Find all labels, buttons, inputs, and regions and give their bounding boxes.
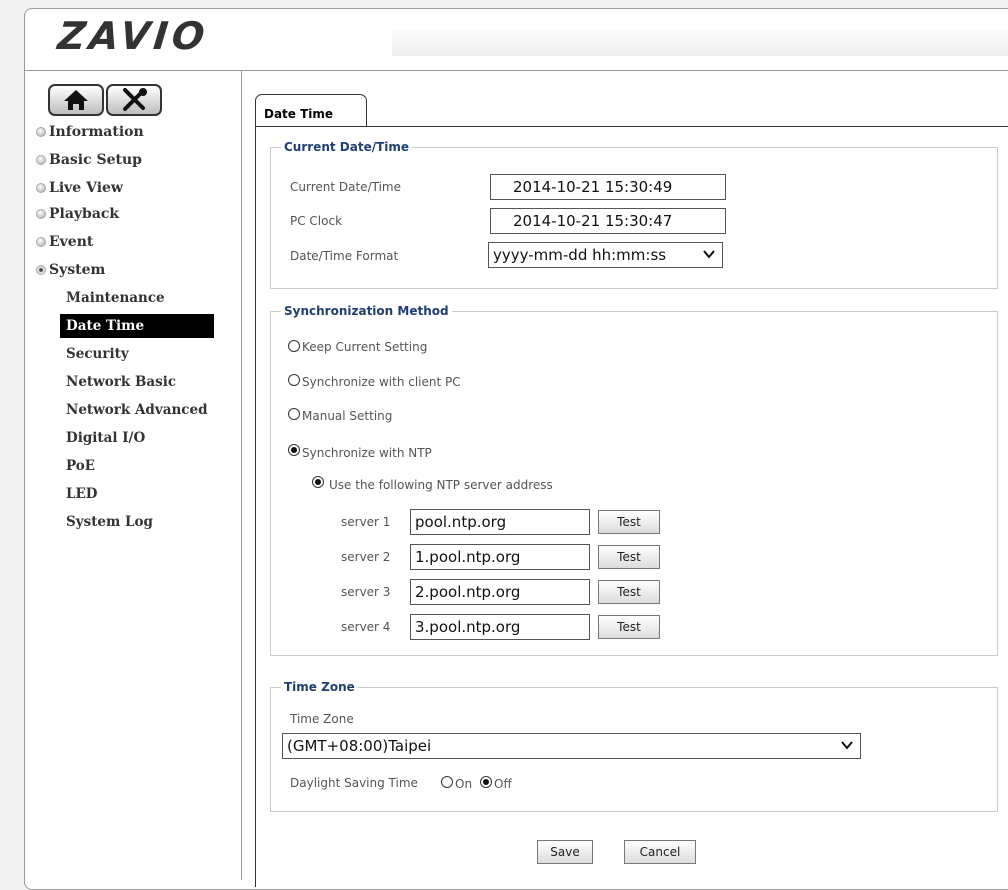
sync-keep-radio[interactable] xyxy=(288,340,300,352)
sync-client-pc-label: Synchronize with client PC xyxy=(302,375,461,389)
sidebar-divider xyxy=(241,70,242,880)
sync-manual-label: Manual Setting xyxy=(302,409,393,423)
sidebar-subitem-maintenance[interactable]: Maintenance xyxy=(60,286,214,310)
server-2-input[interactable]: 1.pool.ntp.org xyxy=(410,544,590,570)
sync-ntp-radio[interactable] xyxy=(288,444,300,456)
server-3-test-button[interactable]: Test xyxy=(598,580,660,604)
sync-keep-label: Keep Current Setting xyxy=(302,340,428,354)
sidebar-subitem-led[interactable]: LED xyxy=(60,482,214,506)
chevron-down-icon xyxy=(841,741,853,750)
datetime-format-label: Date/Time Format xyxy=(290,249,399,263)
ntp-use-address-radio[interactable] xyxy=(312,476,324,488)
bullet-icon xyxy=(36,183,46,193)
sidebar-item-live-view[interactable]: Live View xyxy=(36,176,123,200)
server-4-label: server 4 xyxy=(341,620,391,634)
sync-ntp-label: Synchronize with NTP xyxy=(302,446,432,460)
sidebar-item-playback[interactable]: Playback xyxy=(36,202,119,226)
pc-clock-label: PC Clock xyxy=(290,214,343,228)
sidebar-subitem-network-basic[interactable]: Network Basic xyxy=(60,370,214,394)
dst-on-label: On xyxy=(455,777,473,791)
current-datetime-value: 2014-10-21 15:30:49 xyxy=(490,174,726,200)
bullet-icon xyxy=(36,155,46,165)
expanded-bullet-icon xyxy=(36,265,46,275)
dst-label: Daylight Saving Time xyxy=(290,776,418,790)
sync-method-legend: Synchronization Method xyxy=(284,304,449,318)
home-icon xyxy=(64,90,88,110)
datetime-format-select[interactable]: yyyy-mm-dd hh:mm:ss xyxy=(488,242,723,268)
dst-off-label: Off xyxy=(494,777,512,791)
sidebar-subitem-security[interactable]: Security xyxy=(60,342,214,366)
sidebar-subitem-poe[interactable]: PoE xyxy=(60,454,214,478)
sidebar-item-basic-setup[interactable]: Basic Setup xyxy=(36,148,142,172)
bullet-icon xyxy=(36,209,46,219)
time-zone-select[interactable]: (GMT+08:00)Taipei xyxy=(282,733,861,759)
brand-logo: ZAVIO xyxy=(55,14,211,58)
pc-clock-value: 2014-10-21 15:30:47 xyxy=(490,208,726,234)
server-1-label: server 1 xyxy=(341,515,391,529)
time-zone-label: Time Zone xyxy=(290,712,354,726)
current-datetime-legend: Current Date/Time xyxy=(284,140,410,154)
sidebar-item-information[interactable]: Information xyxy=(36,120,144,144)
chevron-down-icon xyxy=(703,250,715,259)
server-1-input[interactable]: pool.ntp.org xyxy=(410,509,590,535)
sidebar-subitem-network-advanced[interactable]: Network Advanced xyxy=(60,398,214,422)
home-button[interactable] xyxy=(48,84,104,116)
sidebar-item-event[interactable]: Event xyxy=(36,230,93,254)
server-2-label: server 2 xyxy=(341,550,391,564)
bullet-icon xyxy=(36,237,46,247)
server-3-label: server 3 xyxy=(341,585,391,599)
ntp-use-address-label: Use the following NTP server address xyxy=(329,478,553,492)
sidebar-subitem-system-log[interactable]: System Log xyxy=(60,510,214,534)
header-bar xyxy=(392,30,1008,56)
server-1-test-button[interactable]: Test xyxy=(598,510,660,534)
dst-on-radio[interactable] xyxy=(441,776,453,788)
server-4-input[interactable]: 3.pool.ntp.org xyxy=(410,614,590,640)
current-datetime-label: Current Date/Time xyxy=(290,180,401,194)
cancel-button[interactable]: Cancel xyxy=(624,840,696,864)
server-2-test-button[interactable]: Test xyxy=(598,545,660,569)
tab-date-time[interactable]: Date Time xyxy=(255,94,367,126)
sidebar-subitem-digital-io[interactable]: Digital I/O xyxy=(60,426,214,450)
sync-client-pc-radio[interactable] xyxy=(288,374,300,386)
bullet-icon xyxy=(36,127,46,137)
sidebar-item-system[interactable]: System xyxy=(36,258,105,282)
save-button[interactable]: Save xyxy=(537,840,593,864)
tools-icon xyxy=(123,88,147,111)
time-zone-legend: Time Zone xyxy=(284,680,355,694)
tools-button[interactable] xyxy=(106,84,162,116)
dst-off-radio[interactable] xyxy=(480,776,492,788)
server-4-test-button[interactable]: Test xyxy=(598,615,660,639)
sync-manual-radio[interactable] xyxy=(288,408,300,420)
server-3-input[interactable]: 2.pool.ntp.org xyxy=(410,579,590,605)
sidebar-subitem-date-time[interactable]: Date Time xyxy=(60,314,214,338)
